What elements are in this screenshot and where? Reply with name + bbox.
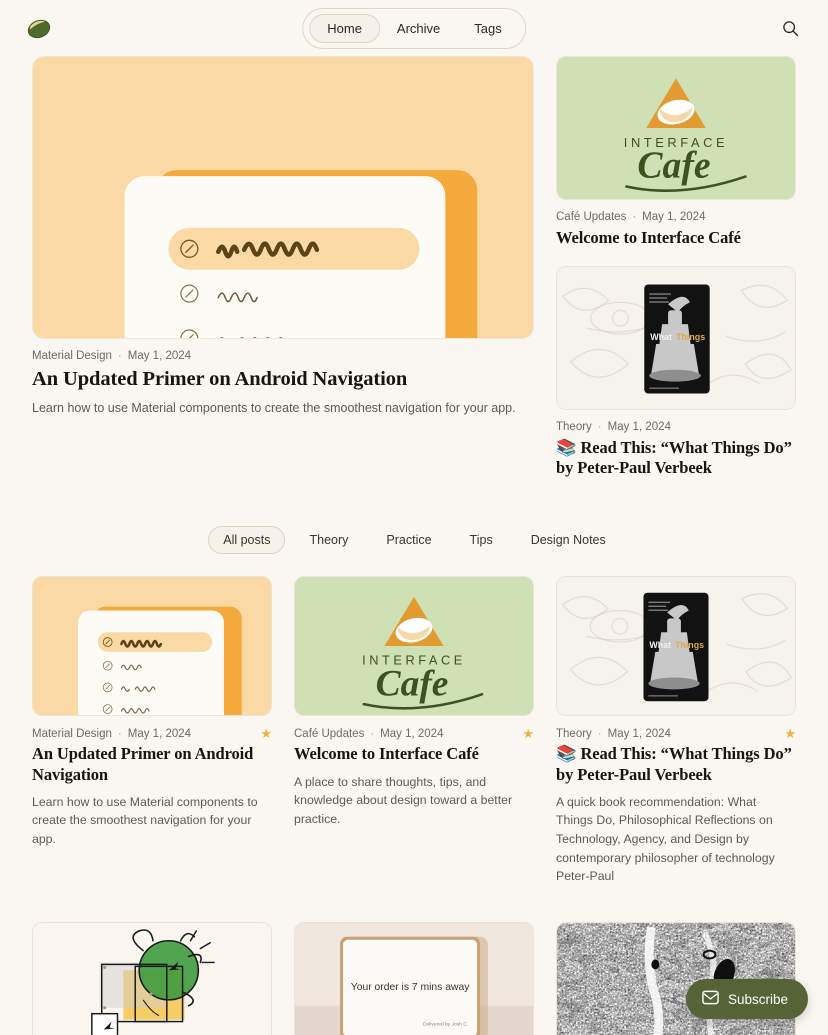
post-meta: Material Design · May 1, 2024 ★ — [32, 727, 272, 740]
side-post-book[interactable]: What Things Theory · May 1, 2024 📚 Read … — [556, 266, 796, 478]
filter-all-posts[interactable]: All posts — [208, 526, 286, 555]
hero-title[interactable]: An Updated Primer on Android Navigation — [32, 368, 534, 391]
sketchy-shapes-illustration[interactable] — [32, 922, 272, 1035]
filter-tips[interactable]: Tips — [456, 527, 507, 553]
android-navigation-illustration[interactable] — [32, 56, 534, 339]
envelope-icon — [702, 990, 719, 1008]
side-post-category: Theory — [556, 421, 592, 434]
avocado-logo-icon[interactable] — [24, 13, 54, 43]
subscribe-button[interactable]: Subscribe — [685, 979, 808, 1019]
post-category: Theory — [556, 727, 592, 740]
post-date: May 1, 2024 — [607, 727, 671, 740]
post-meta: Theory · May 1, 2024 ★ — [556, 727, 796, 740]
meta-separator: · — [597, 727, 602, 740]
featured-section: Material Design · May 1, 2024 An Updated… — [0, 56, 828, 478]
nav-item-home[interactable]: Home — [309, 13, 380, 43]
post-category: Café Updates — [294, 727, 365, 740]
site-header: Home Archive Tags — [0, 0, 828, 56]
post-card[interactable]: INTERFACE Cafe Café Updates · May 1, 202… — [294, 576, 534, 886]
side-post-meta: Café Updates · May 1, 2024 — [556, 211, 796, 223]
what-things-do-book-cover-image[interactable]: What Things — [556, 576, 796, 717]
category-filter-bar: All posts Theory Practice Tips Design No… — [0, 526, 828, 555]
post-meta: Café Updates · May 1, 2024 ★ — [294, 727, 534, 740]
post-excerpt: A quick book recommendation: What Things… — [556, 794, 775, 884]
order-tracking-screen-illustration[interactable]: Your order is 7 mins away Delivered by J… — [294, 922, 534, 1035]
meta-separator: · — [117, 350, 122, 362]
meta-separator: · — [117, 727, 122, 740]
featured-star-icon[interactable]: ★ — [522, 727, 534, 740]
post-date: May 1, 2024 — [127, 727, 192, 740]
post-category: Material Design — [32, 727, 112, 740]
what-things-do-book-cover-image[interactable]: What Things — [556, 266, 796, 411]
search-icon[interactable] — [776, 14, 804, 42]
post-grid-row-1: Material Design · May 1, 2024 ★ An Updat… — [0, 576, 828, 886]
side-post-cafe[interactable]: INTERFACE Cafe Café Updates · May 1, 202… — [556, 56, 796, 248]
filter-design-notes[interactable]: Design Notes — [517, 527, 620, 553]
hero-post-card[interactable]: Material Design · May 1, 2024 An Updated… — [32, 56, 534, 478]
post-card[interactable]: What Things Theory · May 1, 2024 ★ 📚 Rea… — [556, 576, 796, 886]
side-post-title[interactable]: 📚 Read This: “What Things Do” by Peter-P… — [556, 438, 796, 478]
hero-date: May 1, 2024 — [127, 350, 192, 362]
svg-text:What: What — [649, 640, 671, 650]
post-date: May 1, 2024 — [380, 727, 444, 740]
post-card[interactable]: Practice · May 1, 2024 — [32, 922, 272, 1035]
nav-item-archive[interactable]: Archive — [380, 15, 457, 42]
hero-category: Material Design — [32, 350, 112, 362]
nav-item-tags[interactable]: Tags — [457, 15, 518, 42]
post-title[interactable]: Welcome to Interface Café — [294, 744, 534, 764]
post-excerpt: Learn how to use Material components to … — [32, 794, 258, 846]
main-nav: Home Archive Tags — [302, 7, 526, 49]
svg-text:Things: Things — [676, 332, 705, 342]
interface-cafe-logo-image[interactable]: INTERFACE Cafe — [294, 576, 534, 717]
svg-text:Your order is 7 mins away: Your order is 7 mins away — [351, 982, 470, 993]
featured-star-icon[interactable]: ★ — [784, 727, 796, 740]
meta-separator: · — [597, 421, 602, 434]
side-post-date: May 1, 2024 — [607, 421, 671, 434]
svg-text:Cafe: Cafe — [376, 664, 449, 705]
meta-separator: · — [370, 727, 375, 740]
filter-practice[interactable]: Practice — [372, 527, 445, 553]
post-card[interactable]: Your order is 7 mins away Delivered by J… — [294, 922, 534, 1035]
side-post-title[interactable]: Welcome to Interface Café — [556, 228, 796, 248]
meta-separator: · — [632, 211, 637, 223]
post-excerpt: A place to share thoughts, tips, and kno… — [294, 774, 513, 826]
post-title[interactable]: An Updated Primer on Android Navigation — [32, 744, 272, 784]
svg-text:What: What — [650, 332, 672, 342]
svg-text:Things: Things — [675, 640, 704, 650]
post-card[interactable]: Material Design · May 1, 2024 ★ An Updat… — [32, 576, 272, 886]
side-post-meta: Theory · May 1, 2024 — [556, 421, 796, 433]
side-post-date: May 1, 2024 — [642, 211, 706, 223]
android-navigation-illustration[interactable] — [32, 576, 272, 717]
hero-excerpt: Learn how to use Material components to … — [32, 401, 516, 415]
subscribe-label: Subscribe — [727, 991, 788, 1007]
interface-cafe-logo-image[interactable]: INTERFACE Cafe — [556, 56, 796, 200]
featured-star-icon[interactable]: ★ — [260, 727, 272, 740]
svg-text:Delivered by Josh C.: Delivered by Josh C. — [423, 1022, 468, 1028]
side-post-category: Café Updates — [556, 211, 627, 223]
hero-meta: Material Design · May 1, 2024 — [32, 350, 534, 362]
post-title[interactable]: 📚 Read This: “What Things Do” by Peter-P… — [556, 744, 796, 784]
svg-text:Cafe: Cafe — [637, 145, 710, 187]
side-post-list: INTERFACE Cafe Café Updates · May 1, 202… — [556, 56, 796, 478]
filter-theory[interactable]: Theory — [295, 527, 362, 553]
